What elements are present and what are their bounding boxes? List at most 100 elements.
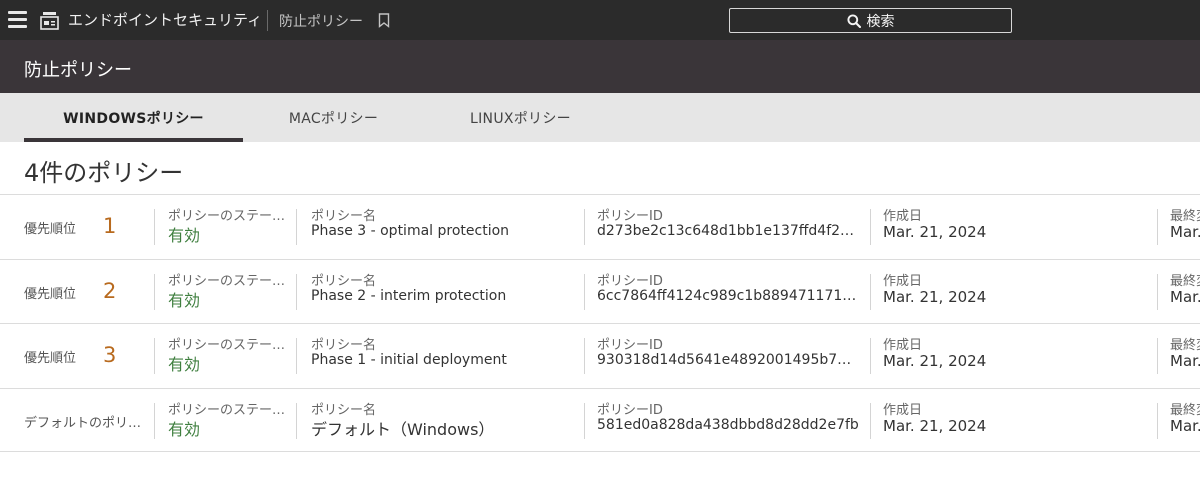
- name-cell: ポリシー名 Phase 2 - interim protection: [311, 260, 581, 324]
- created-date: Mar. 21, 2024: [883, 287, 987, 306]
- id-label: ポリシーID: [597, 402, 663, 418]
- created-date: Mar. 21, 2024: [883, 352, 987, 370]
- name-label: ポリシー名: [311, 338, 377, 353]
- priority-number: 1: [103, 214, 117, 238]
- updated-cell: 最終変更日 Mar. 21, 2024: [1170, 260, 1200, 324]
- name-cell: ポリシー名 Phase 1 - initial deployment: [311, 324, 581, 388]
- endpoint-security-icon: [40, 12, 59, 30]
- priority-cell: 優先順位 2: [24, 260, 152, 324]
- created-label: 作成日: [883, 338, 923, 353]
- priority-label: 優先順位: [24, 222, 77, 237]
- policy-name[interactable]: Phase 3 - optimal protection: [311, 223, 509, 239]
- policy-name[interactable]: Phase 2 - interim protection: [311, 288, 506, 304]
- id-label: ポリシーID: [597, 338, 663, 353]
- column-divider: [584, 273, 585, 310]
- column-divider: [584, 338, 585, 374]
- column-divider: [154, 273, 155, 310]
- created-label: 作成日: [883, 209, 923, 224]
- tab-linux-policies[interactable]: LINUXポリシー: [448, 93, 593, 142]
- updated-cell: 最終変更日 Mar. 21, 2024: [1170, 195, 1200, 259]
- created-cell: 作成日 Mar. 21, 2024: [883, 195, 1153, 259]
- updated-cell: 最終変更日 Mar. 21, 2024: [1170, 324, 1200, 388]
- policy-row[interactable]: 優先順位 2 ポリシーのステータス 有効 ポリシー名 Phase 2 - int…: [0, 258, 1200, 324]
- updated-date: Mar. 21, 2024: [1170, 416, 1200, 435]
- status-cell: ポリシーのステータス 有効: [168, 389, 290, 452]
- column-divider: [154, 209, 155, 245]
- hamburger-menu-icon[interactable]: [8, 11, 27, 29]
- created-date: Mar. 21, 2024: [883, 416, 987, 435]
- search-box[interactable]: 検索: [729, 8, 1012, 33]
- column-divider: [154, 338, 155, 374]
- top-bar: エンドポイントセキュリティ 防止ポリシー 検索: [0, 0, 1200, 40]
- page-header: 防止ポリシー: [0, 40, 1200, 93]
- created-cell: 作成日 Mar. 21, 2024: [883, 389, 1153, 452]
- created-label: 作成日: [883, 402, 923, 418]
- column-divider: [1157, 273, 1158, 310]
- id-cell: ポリシーID d273be2c13c648d1bb1e137ffd4f2c2f: [597, 195, 863, 259]
- policy-row[interactable]: 優先順位 1 ポリシーのステータス 有効 ポリシー名 Phase 3 - opt…: [0, 194, 1200, 259]
- status-value: 有効: [168, 419, 201, 439]
- priority-number: 3: [103, 343, 117, 367]
- breadcrumb: 防止ポリシー: [279, 14, 363, 30]
- status-value: 有効: [168, 290, 201, 310]
- policy-name[interactable]: Phase 1 - initial deployment: [311, 352, 507, 368]
- name-label: ポリシー名: [311, 273, 377, 289]
- updated-date: Mar. 21, 2024: [1170, 352, 1200, 370]
- priority-label: 優先順位: [24, 351, 77, 366]
- id-cell: ポリシーID 930318d14d5641e4892001495b7db5: [597, 324, 863, 388]
- updated-date: Mar. 21, 2024: [1170, 223, 1200, 241]
- os-tabs: WINDOWSポリシー MACポリシー LINUXポリシー: [0, 93, 1200, 142]
- status-value: 有効: [168, 355, 201, 374]
- tab-mac-policies[interactable]: MACポリシー: [266, 93, 401, 142]
- policy-count-heading: 4件のポリシー: [24, 159, 184, 187]
- priority-label: 優先順位: [24, 286, 77, 302]
- created-cell: 作成日 Mar. 21, 2024: [883, 260, 1153, 324]
- column-divider: [1157, 209, 1158, 245]
- policy-id: 581ed0a828da438dbbd8d28dd2e7fb: [597, 416, 859, 433]
- search-icon: [846, 13, 861, 28]
- id-cell: ポリシーID 6cc7864ff4124c989c1b8894711713c8: [597, 260, 863, 324]
- updated-label: 最終変更日: [1170, 402, 1200, 418]
- id-cell: ポリシーID 581ed0a828da438dbbd8d28dd2e7fb: [597, 389, 863, 452]
- priority-cell: 優先順位 1: [24, 195, 152, 259]
- column-divider: [870, 338, 871, 374]
- bookmark-icon[interactable]: [378, 13, 390, 28]
- updated-cell: 最終変更日 Mar. 21, 2024: [1170, 389, 1200, 452]
- created-label: 作成日: [883, 273, 923, 289]
- policy-id: 6cc7864ff4124c989c1b8894711713c8: [597, 287, 859, 304]
- column-divider: [870, 209, 871, 245]
- page-title: 防止ポリシー: [24, 60, 132, 81]
- priority-cell: 優先順位 3: [24, 324, 152, 388]
- status-cell: ポリシーのステータス 有効: [168, 260, 290, 324]
- policy-row[interactable]: 優先順位 3 ポリシーのステータス 有効 ポリシー名 Phase 1 - ini…: [0, 323, 1200, 388]
- updated-date: Mar. 21, 2024: [1170, 287, 1200, 306]
- updated-label: 最終変更日: [1170, 338, 1200, 353]
- id-label: ポリシーID: [597, 273, 663, 289]
- column-divider: [296, 209, 297, 245]
- priority-number: 2: [103, 278, 117, 303]
- column-divider: [154, 402, 155, 439]
- updated-label: 最終変更日: [1170, 273, 1200, 289]
- policy-name[interactable]: デフォルト（Windows）: [311, 416, 494, 440]
- created-date: Mar. 21, 2024: [883, 223, 987, 241]
- app-title[interactable]: エンドポイントセキュリティ: [68, 9, 262, 30]
- name-cell: ポリシー名 デフォルト（Windows）: [311, 389, 581, 452]
- column-divider: [1157, 338, 1158, 374]
- updated-label: 最終変更日: [1170, 209, 1200, 224]
- status-cell: ポリシーのステータス 有効: [168, 324, 290, 388]
- column-divider: [296, 338, 297, 374]
- policy-list: 優先順位 1 ポリシーのステータス 有効 ポリシー名 Phase 3 - opt…: [0, 194, 1200, 452]
- default-policy-label: デフォルトのポリシー: [24, 415, 146, 431]
- column-divider: [296, 402, 297, 439]
- created-cell: 作成日 Mar. 21, 2024: [883, 324, 1153, 388]
- search-label: 検索: [866, 13, 895, 30]
- policy-row[interactable]: デフォルトのポリシー ポリシーのステータス 有効 ポリシー名 デフォルト（Win…: [0, 387, 1200, 452]
- name-label: ポリシー名: [311, 209, 377, 224]
- column-divider: [296, 273, 297, 310]
- tab-windows-policies[interactable]: WINDOWSポリシー: [24, 93, 243, 142]
- id-label: ポリシーID: [597, 209, 663, 224]
- column-divider: [1157, 402, 1158, 439]
- status-value: 有効: [168, 226, 201, 245]
- breadcrumb-separator: [267, 10, 268, 31]
- policy-id: 930318d14d5641e4892001495b7db5: [597, 352, 859, 368]
